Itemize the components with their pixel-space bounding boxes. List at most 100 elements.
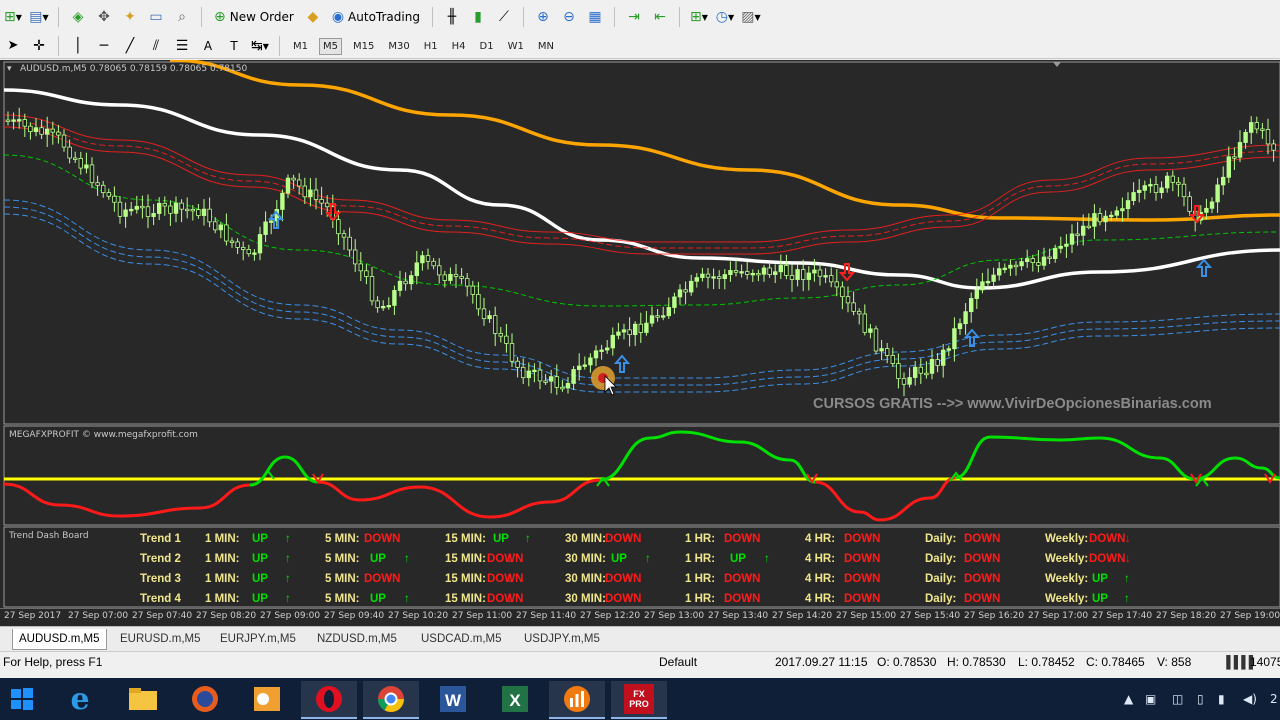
tray-chevron-icon[interactable]: ▲ (1124, 692, 1133, 706)
trend-value: DOWN (844, 553, 881, 565)
word-icon[interactable]: W (425, 681, 481, 717)
candle-body (1008, 264, 1013, 269)
candle-body (560, 386, 565, 390)
autotrading-button[interactable]: ◉ AutoTrading (328, 5, 424, 29)
strategy-tester-icon[interactable]: ⌕ (171, 5, 193, 29)
channel-icon[interactable]: ⫽ (145, 34, 167, 58)
metatrader-icon[interactable] (549, 681, 605, 719)
trend-value: DOWN (844, 573, 881, 585)
candle-body (263, 221, 268, 235)
candle-body (56, 131, 61, 136)
trendline-icon[interactable]: ╱ (119, 34, 141, 58)
excel-icon[interactable]: X (487, 681, 543, 717)
auto-scroll-icon[interactable]: ⇤ (649, 5, 671, 29)
candle-body (1209, 201, 1215, 209)
terminal-icon[interactable]: ▭ (145, 5, 167, 29)
trend-value: UP (370, 593, 386, 605)
bar-chart-icon[interactable]: ╫ (441, 5, 463, 29)
time-label: 27 Sep 17:40 (1092, 611, 1153, 621)
chart-tab[interactable]: EURUSD.m,M5 (114, 629, 207, 649)
timeframe-d1[interactable]: D1 (477, 39, 497, 54)
chart-shift-icon[interactable]: ⇥ (623, 5, 645, 29)
timeframe-m5[interactable]: M5 (319, 37, 342, 55)
market-watch-icon[interactable]: ◈ (67, 5, 89, 29)
internet-explorer-icon[interactable]: e (52, 681, 108, 717)
timeframe-h4[interactable]: H4 (449, 39, 469, 54)
navigator-icon[interactable]: ✦ (119, 5, 141, 29)
periods-icon[interactable]: ◷ ▼ (714, 5, 736, 29)
timeframe-m15[interactable]: M15 (350, 39, 377, 54)
period-label: 5 MIN: (325, 573, 360, 585)
chart-tab[interactable]: EURJPY.m,M5 (214, 629, 302, 649)
opera-icon[interactable] (301, 681, 357, 719)
candle-body (509, 343, 515, 362)
taskbar-clock[interactable]: 2 (1270, 692, 1278, 706)
chart-tab[interactable]: NZDUSD.m,M5 (311, 629, 403, 649)
zoom-out-icon[interactable]: ⊖ (558, 5, 580, 29)
candlestick-icon[interactable]: ▮ (467, 5, 489, 29)
candle-body (168, 205, 173, 214)
period-label: Daily: (925, 553, 957, 565)
tray-volume-icon[interactable]: ◀) (1243, 692, 1257, 706)
period-label: Daily: (925, 573, 957, 585)
timeframe-w1[interactable]: W1 (505, 39, 527, 54)
firefox-icon[interactable] (177, 681, 233, 717)
arrows-icon[interactable]: ↹ ▼ (249, 34, 271, 58)
trend-value: DOWN (364, 573, 401, 585)
candle-body (924, 372, 929, 376)
tile-windows-icon[interactable]: ▦ (584, 5, 606, 29)
cursor-icon[interactable]: ➤ (2, 34, 24, 58)
text-label-icon[interactable]: T (223, 34, 245, 58)
candle-body (1002, 267, 1007, 271)
tray-battery-icon[interactable]: ▯ (1197, 692, 1204, 706)
crosshair-icon[interactable]: ✛ (28, 34, 50, 58)
fibonacci-icon[interactable]: ☰ (171, 34, 193, 58)
candle-body (851, 302, 856, 312)
trend-value: DOWN (844, 533, 881, 545)
chrome-icon[interactable] (363, 681, 419, 719)
new-chart-icon[interactable]: ⊞ ▼ (2, 5, 24, 29)
file-explorer-icon[interactable] (115, 681, 171, 717)
oscillator-line (3, 482, 61, 507)
data-window-icon[interactable]: ✥ (93, 5, 115, 29)
profiles-icon[interactable]: ▤ ▼ (28, 5, 50, 29)
vertical-line-icon[interactable]: │ (67, 34, 89, 58)
chart-tab[interactable]: AUDUSD.m,M5 (12, 629, 107, 650)
zoom-in-icon[interactable]: ⊕ (532, 5, 554, 29)
candle-body (666, 307, 671, 317)
timeframe-mn[interactable]: MN (535, 39, 557, 54)
candle-body (717, 276, 722, 279)
trend-value: UP (252, 553, 268, 565)
outlook-icon[interactable] (239, 681, 295, 717)
new-order-button[interactable]: ⊕ New Order (210, 5, 298, 29)
profile-name: Default (659, 655, 698, 669)
tray-network-icon[interactable]: ◫ (1172, 692, 1183, 706)
tray-signal-icon[interactable]: ▮ (1218, 692, 1225, 706)
templates-icon[interactable]: ▨ ▼ (740, 5, 762, 29)
status-datetime: 2017.09.27 11:15 (775, 655, 868, 669)
period-label: 15 MIN: (445, 533, 486, 545)
timeframe-h1[interactable]: H1 (421, 39, 441, 54)
candle-body (1075, 233, 1080, 236)
time-label: 27 Sep 14:20 (772, 611, 833, 621)
timeframe-m30[interactable]: M30 (385, 39, 412, 54)
time-label: 27 Sep 09:00 (260, 611, 321, 621)
candle-body (196, 209, 201, 216)
drawing-toolbar: ➤ ✛ │ ─ ╱ ⫽ ☰ A T ↹ ▼ M1 M5 M15 M30 H1 H4 D1 W1 M… (0, 34, 1280, 59)
start-button[interactable] (0, 681, 44, 717)
main-pane-border (3, 61, 1280, 425)
trend-dashboard: Trend 11 MIN: UP ↑ 5 MIN: DOWN ↓ 15 MIN: UP ↑ 30 … (0, 528, 1280, 606)
candle-body (929, 359, 935, 374)
indicators-icon[interactable]: ⊞ ▼ (688, 5, 710, 29)
chart-tab[interactable]: USDCAD.m,M5 (415, 629, 508, 649)
fxpro-icon[interactable]: FX PRO (611, 681, 667, 719)
timeframe-m1[interactable]: M1 (290, 39, 311, 54)
candle-body (392, 290, 397, 306)
horizontal-line-icon[interactable]: ─ (93, 34, 115, 58)
chart-tab[interactable]: USDJPY.m,M5 (518, 629, 606, 649)
metaeditor-icon[interactable]: ◆ (302, 5, 324, 29)
tray-screen-icon[interactable]: ▣ (1145, 692, 1156, 706)
oscillator-line (59, 503, 121, 518)
text-icon[interactable]: A (197, 34, 219, 58)
line-chart-icon[interactable]: ⟋ (493, 5, 515, 29)
